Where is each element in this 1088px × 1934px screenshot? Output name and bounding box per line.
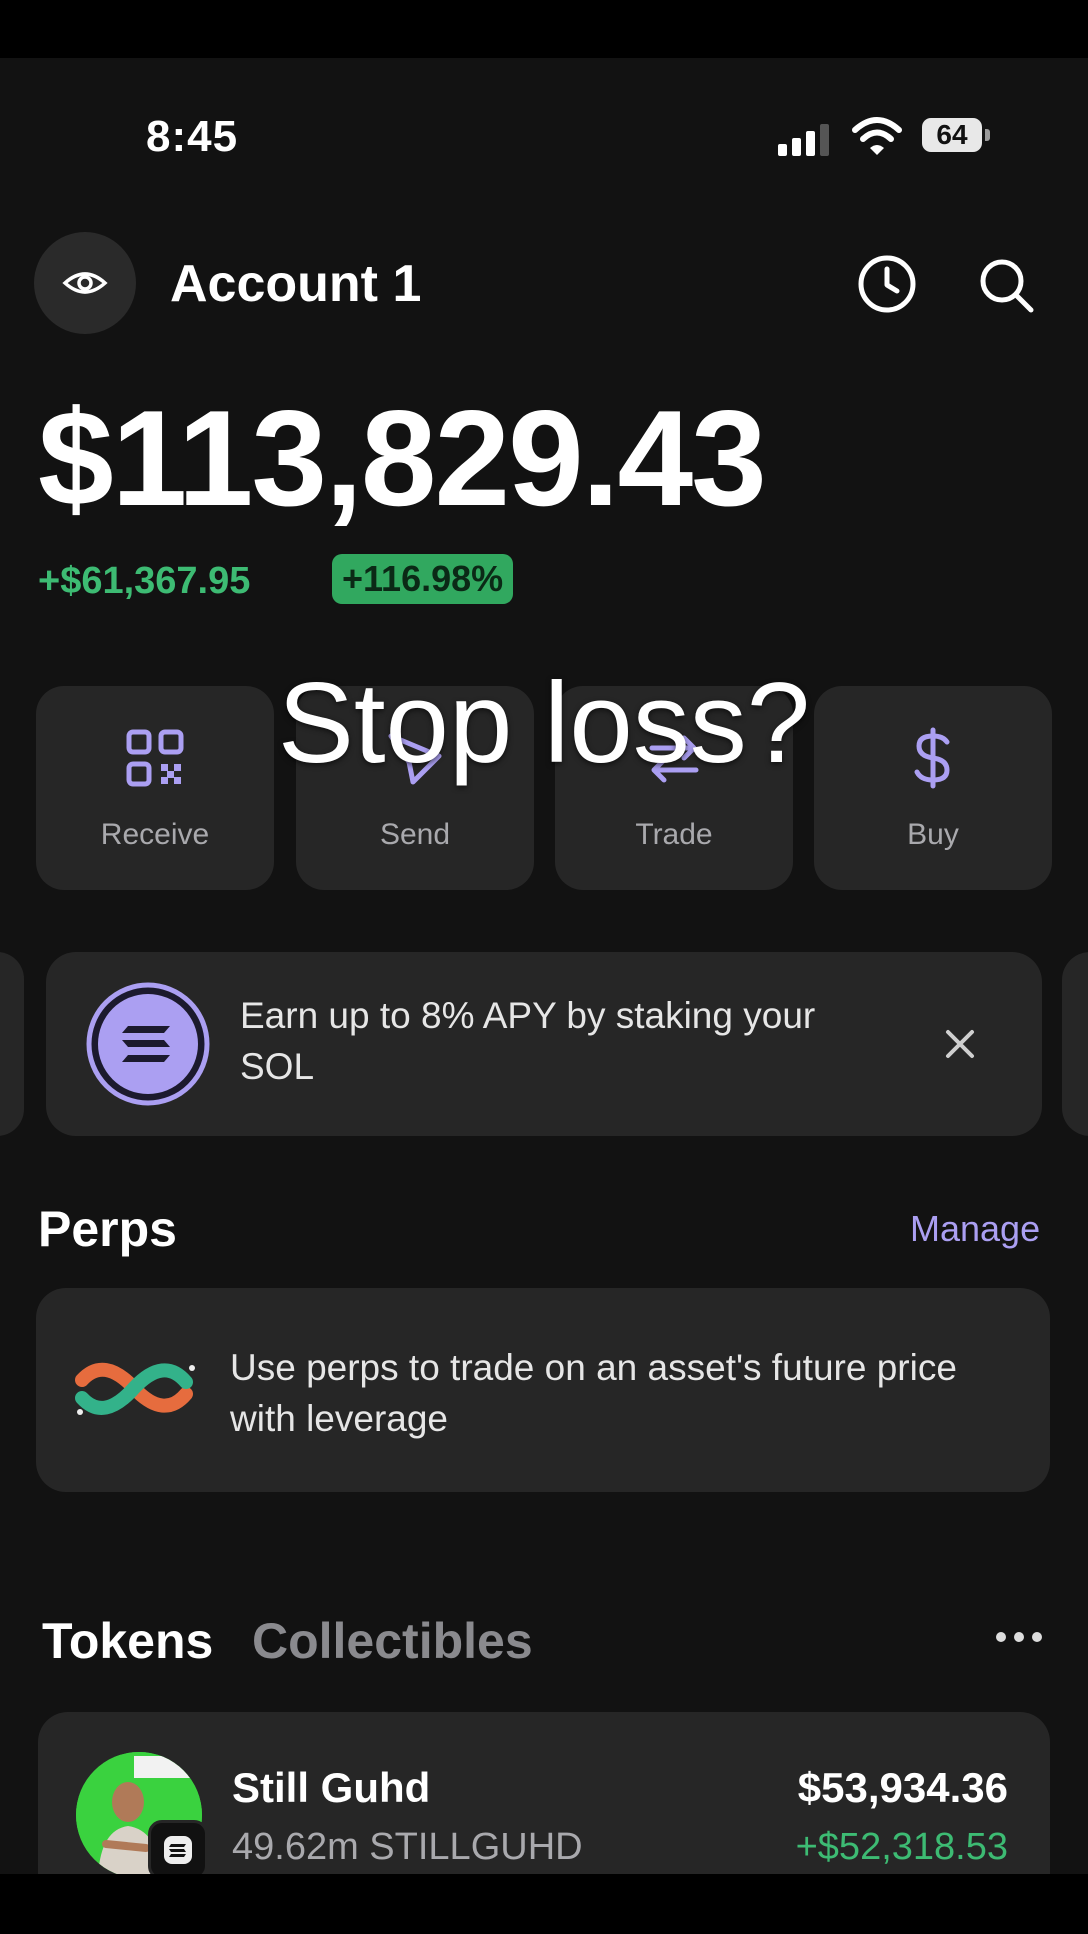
wallet-screen: 8:45 64 Account 1 $113,829.43 +$61,367.9… [0, 58, 1088, 1874]
cellular-signal-icon [778, 122, 834, 156]
promo-text: Earn up to 8% APY by staking your SOL [240, 995, 816, 1087]
hide-balance-button[interactable] [34, 232, 136, 334]
account-name[interactable]: Account 1 [170, 254, 421, 314]
close-icon[interactable] [938, 1022, 982, 1066]
wifi-icon [852, 117, 902, 155]
send-label: Send [379, 818, 451, 851]
battery-level: 64 [922, 118, 982, 152]
perps-title: Perps [38, 1201, 177, 1257]
status-time: 8:45 [146, 112, 239, 161]
solana-logo-icon [86, 982, 210, 1106]
perps-description: Use perps to trade on an asset's future … [230, 1347, 957, 1439]
history-icon[interactable] [856, 253, 918, 315]
trade-label: Trade [635, 818, 713, 851]
manage-link[interactable]: Manage [910, 1208, 1040, 1250]
solana-badge-icon [148, 1820, 208, 1874]
more-options-icon[interactable] [996, 1626, 1046, 1646]
token-value: $53,934.36 [797, 1764, 1008, 1811]
balance-change-amount: +$61,367.95 [38, 560, 251, 602]
tab-tokens[interactable]: Tokens [42, 1612, 213, 1670]
receive-label: Receive [100, 818, 210, 851]
token-change: +$52,318.53 [795, 1826, 1008, 1868]
battery-icon: 64 [922, 118, 992, 154]
token-amount: 49.62m STILLGUHD [232, 1826, 583, 1868]
buy-label: Buy [907, 818, 959, 851]
search-icon[interactable] [976, 255, 1036, 315]
overlay-caption: Stop loss? [277, 660, 811, 787]
tab-collectibles[interactable]: Collectibles [252, 1612, 533, 1670]
total-balance: $113,829.43 [38, 382, 767, 534]
carousel-prev-card[interactable] [0, 952, 24, 1136]
token-name: Still Guhd [232, 1764, 431, 1811]
carousel-next-card[interactable] [1062, 952, 1088, 1136]
eye-icon [62, 272, 108, 294]
perps-infinity-icon [75, 1362, 195, 1415]
balance-change-percent-badge: +116.98% [332, 554, 514, 604]
